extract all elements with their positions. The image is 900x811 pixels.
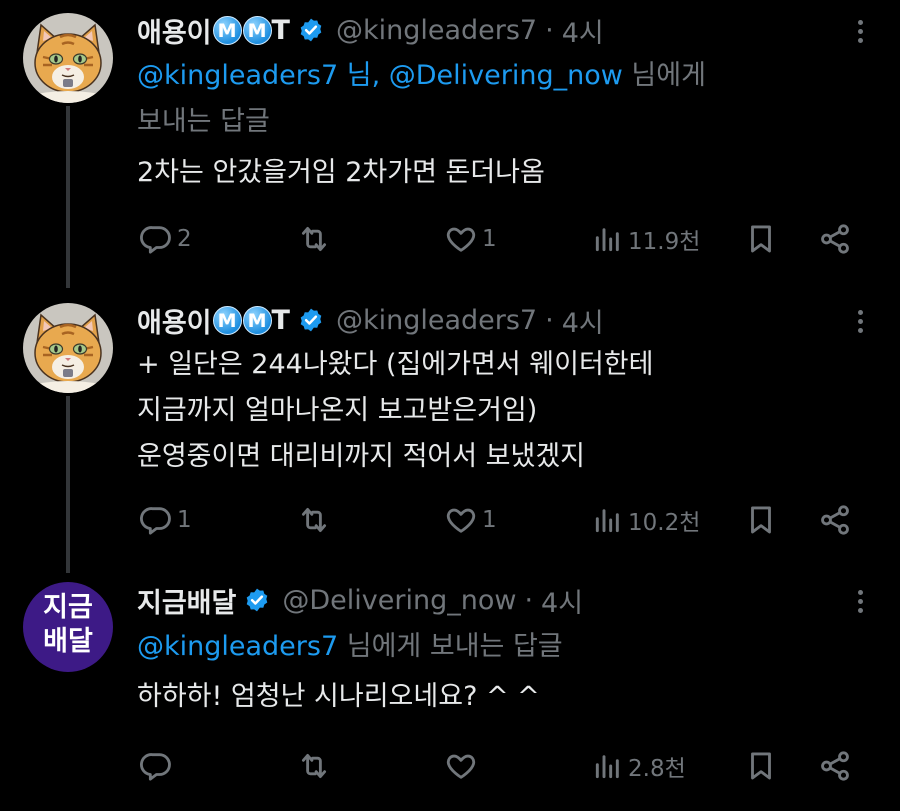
retweet-button[interactable] — [297, 746, 335, 786]
tweet-text-line: 운영중이면 대리비까지 적어서 보냈겠지 — [137, 441, 586, 472]
tweet-text-line: + 일단은 244나왔다 (집에가면서 웨이터한테 — [137, 349, 654, 380]
retweet-icon — [297, 749, 331, 783]
like-count: 1 — [482, 226, 497, 252]
retweet-icon — [297, 222, 331, 256]
handle[interactable]: @kingleaders7 — [336, 305, 537, 336]
tweet[interactable]: 지금 배달 지금배달 @Delivering_now · 4시 @kinglea… — [0, 580, 900, 811]
share-icon — [818, 503, 852, 537]
like-button[interactable]: 1 — [444, 219, 497, 259]
separator-dot: · — [545, 304, 554, 336]
retweet-icon — [297, 503, 331, 537]
share-button[interactable] — [818, 500, 852, 540]
more-icon[interactable] — [858, 20, 866, 47]
bookmark-icon — [744, 749, 778, 783]
avatar-text: 지금 — [43, 592, 93, 623]
reply-count: 1 — [177, 507, 192, 533]
reply-button[interactable]: 2 — [139, 219, 192, 259]
views-button[interactable]: 10.2천 — [592, 500, 700, 540]
tweet-text-line: 하하하! 엄청난 시나리오네요? ^ ^ — [137, 681, 540, 712]
action-bar: 2.8천 — [0, 746, 900, 786]
like-count: 1 — [482, 507, 497, 533]
mention-link[interactable]: @Delivering_now — [389, 60, 623, 91]
views-icon — [592, 222, 624, 256]
like-icon — [444, 749, 478, 783]
more-icon[interactable] — [858, 310, 866, 337]
tweet-text-line: 2차는 안갔을거임 2차가면 돈더나옴 — [137, 157, 545, 188]
reply-button[interactable]: 1 — [139, 500, 192, 540]
tweet-header: 애용이 M M T @kingleaders7 · 4시 — [137, 10, 604, 50]
like-button[interactable]: 1 — [444, 500, 497, 540]
reply-suffix: 님에게 — [631, 60, 706, 91]
tweet-text-line: 지금까지 얼마나온지 보고받은거임) — [137, 395, 538, 426]
tweet-header: 애용이 M M T @kingleaders7 · 4시 — [137, 300, 604, 340]
bookmark-button[interactable] — [744, 500, 778, 540]
mention-link[interactable]: @kingleaders7 — [137, 631, 338, 662]
share-button[interactable] — [818, 746, 852, 786]
like-button[interactable] — [444, 746, 482, 786]
view-count: 11.9천 — [628, 229, 701, 255]
verified-icon — [298, 307, 324, 333]
views-icon — [592, 503, 624, 537]
reply-button[interactable] — [139, 746, 177, 786]
avatar[interactable] — [23, 13, 113, 103]
replying-to: @kingleaders7 님에게 보내는 답글 — [137, 624, 563, 670]
tweet-text: 2차는 안갔을거임 2차가면 돈더나옴 — [137, 150, 545, 196]
share-icon — [818, 222, 852, 256]
reply-count: 2 — [177, 226, 192, 252]
thread-line — [66, 396, 70, 573]
m-badge-icon: M — [212, 15, 242, 45]
reply-icon — [139, 749, 173, 783]
avatar-text: 배달 — [43, 626, 93, 657]
view-count: 2.8천 — [628, 756, 686, 782]
reply-suffix: 님에게 보내는 답글 — [346, 631, 563, 662]
view-count: 10.2천 — [628, 510, 701, 536]
bookmark-button[interactable] — [744, 219, 778, 259]
name-suffix: T — [271, 14, 290, 46]
name-suffix: T — [271, 304, 290, 336]
replying-to: @kingleaders7 님, @Delivering_now 님에게 보내는… — [137, 53, 706, 145]
retweet-button[interactable] — [297, 500, 335, 540]
separator-dot: · — [524, 584, 534, 616]
display-name[interactable]: 애용이 — [137, 301, 212, 340]
views-button[interactable]: 2.8천 — [592, 746, 686, 786]
thread-line — [66, 106, 70, 288]
tweet-text: + 일단은 244나왔다 (집에가면서 웨이터한테 지금까지 얼마나온지 보고받… — [137, 342, 653, 480]
handle[interactable]: @Delivering_now — [282, 585, 516, 616]
verified-icon — [244, 587, 270, 613]
retweet-button[interactable] — [297, 219, 335, 259]
more-icon[interactable] — [858, 590, 866, 617]
tweet-header: 지금배달 @Delivering_now · 4시 — [137, 580, 583, 620]
bookmark-icon — [744, 222, 778, 256]
mention-link[interactable]: @kingleaders7 님, — [137, 60, 380, 91]
bookmark-button[interactable] — [744, 746, 778, 786]
m-badge-icon: M — [242, 15, 272, 45]
reply-icon — [139, 503, 173, 537]
display-name[interactable]: 지금배달 — [137, 581, 236, 620]
bookmark-icon — [744, 503, 778, 537]
reply-suffix-line2: 보내는 답글 — [137, 106, 270, 137]
share-icon — [818, 749, 852, 783]
display-name[interactable]: 애용이 — [137, 11, 212, 50]
like-icon — [444, 222, 478, 256]
avatar[interactable]: 지금 배달 — [23, 582, 113, 672]
timestamp[interactable]: 4시 — [562, 301, 604, 340]
handle[interactable]: @kingleaders7 — [336, 15, 537, 46]
tweet[interactable]: 애용이 M M T @kingleaders7 · 4시 @kingleader… — [0, 8, 900, 288]
action-bar: 1 1 10.2천 — [0, 500, 900, 540]
avatar[interactable] — [23, 303, 113, 393]
reply-icon — [139, 222, 173, 256]
verified-icon — [298, 17, 324, 43]
like-icon — [444, 503, 478, 537]
tweet[interactable]: 애용이 M M T @kingleaders7 · 4시 + 일단은 244나왔… — [0, 298, 900, 573]
action-bar: 2 1 11.9천 — [0, 219, 900, 259]
m-badge-icon: M — [212, 305, 242, 335]
m-badge-icon: M — [242, 305, 272, 335]
timestamp[interactable]: 4시 — [562, 11, 604, 50]
share-button[interactable] — [818, 219, 852, 259]
views-button[interactable]: 11.9천 — [592, 219, 700, 259]
separator-dot: · — [545, 14, 554, 46]
views-icon — [592, 749, 624, 783]
timestamp[interactable]: 4시 — [541, 581, 583, 620]
tweet-text: 하하하! 엄청난 시나리오네요? ^ ^ — [137, 674, 540, 720]
